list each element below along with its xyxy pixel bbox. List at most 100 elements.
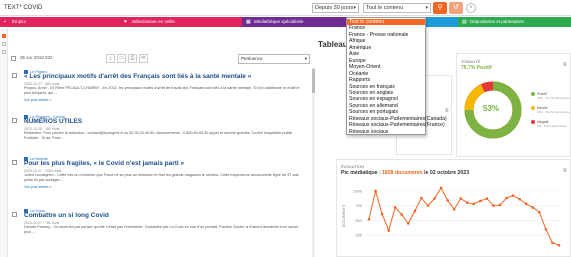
star-icon: ♥ <box>124 19 127 25</box>
scope-option[interactable]: Sources en portugais <box>347 109 425 115</box>
menu-icon[interactable]: ≡ <box>563 168 567 174</box>
period-select[interactable]: Depuis 30 jours ▾ <box>312 3 359 13</box>
data-point[interactable] <box>485 197 489 200</box>
rail-item-icon[interactable] <box>2 42 6 46</box>
evolution-title-highlight: 1828 documents <box>381 170 423 176</box>
data-point[interactable] <box>446 199 449 202</box>
article-title[interactable]: Combattre un si long Covid <box>24 212 109 219</box>
data-point[interactable] <box>538 210 541 214</box>
folder-icon[interactable]: ▭ <box>117 54 126 63</box>
print-icon[interactable]: ⎙ <box>128 54 137 63</box>
data-point[interactable] <box>459 197 463 200</box>
data-point[interactable] <box>380 212 384 216</box>
results-panel: 35 sur 2018 032 ⤓ ▭ ⎙ ✉ Pertinence ▾ Le … <box>10 45 315 257</box>
search-input[interactable]: TEXT* COVID <box>4 3 310 13</box>
scope-option[interactable]: Tout le contenu <box>347 19 425 26</box>
article-more-link[interactable]: Voir plus détails » <box>24 98 51 102</box>
article-checkbox[interactable] <box>12 160 17 165</box>
results-scrollbar[interactable] <box>312 67 315 257</box>
y-tick-label: 500 <box>355 218 362 223</box>
y-axis-label: DOCUMENTS <box>342 204 346 227</box>
scope-option[interactable]: Afrique <box>347 38 425 44</box>
data-point[interactable] <box>452 207 456 211</box>
grid-icon: ▦ <box>246 19 251 25</box>
evolution-title-prefix: Pic médiatique <box>341 170 378 176</box>
article-checkbox[interactable] <box>12 212 17 217</box>
scope-option[interactable]: Sources en espagnol <box>347 96 425 102</box>
data-point[interactable] <box>367 217 371 221</box>
export-icon[interactable]: ⤓ <box>106 54 115 63</box>
chevron-down-icon: ▾ <box>425 5 428 11</box>
data-point[interactable] <box>407 222 410 225</box>
data-point[interactable] <box>413 209 417 213</box>
scope-option[interactable]: Sources en français <box>347 84 425 90</box>
scope-option[interactable]: Sources en anglais <box>347 90 425 96</box>
close-button[interactable]: × <box>466 3 476 13</box>
data-point[interactable] <box>433 197 436 200</box>
evolution-title: Pic médiatique | 1828 documents le 02 oc… <box>341 170 469 176</box>
chevron-down-icon: ▾ <box>304 56 307 61</box>
menu-icon[interactable]: ≡ <box>445 108 449 114</box>
rail-item-icon[interactable] <box>2 34 6 38</box>
tab-selection-veille[interactable]: ♥ Sélectionner en veille <box>120 17 242 27</box>
data-point[interactable] <box>393 206 397 209</box>
evolution-title-suffix: le 02 octobre 2023 <box>424 170 470 176</box>
data-point[interactable] <box>551 241 554 245</box>
scope-dropdown-list[interactable]: Tout le contenu France France - Presse nat… <box>346 17 447 135</box>
data-point[interactable] <box>426 204 430 207</box>
data-point[interactable] <box>518 197 521 201</box>
article-title[interactable]: « Les principaux motifs d'arrêt des Fran… <box>24 73 251 80</box>
scope-option[interactable]: Asie <box>347 51 425 57</box>
data-point[interactable] <box>544 228 548 231</box>
data-point[interactable] <box>400 213 404 216</box>
results-toolbar: 35 sur 2018 032 ⤓ ▭ ⎙ ✉ Pertinence ▾ <box>10 53 313 65</box>
data-point[interactable] <box>531 206 535 209</box>
data-point[interactable] <box>420 196 423 200</box>
data-point[interactable] <box>505 196 508 200</box>
email-icon[interactable]: ✉ <box>139 54 148 63</box>
scope-option[interactable]: Océanie <box>347 71 425 77</box>
article-title[interactable]: NUMÉROS UTILES <box>24 118 82 125</box>
data-point[interactable] <box>524 202 528 206</box>
data-point[interactable] <box>511 194 515 197</box>
briefcase-icon: ▪ <box>4 19 6 25</box>
article-checkbox[interactable] <box>12 118 17 123</box>
data-point[interactable] <box>479 199 482 203</box>
sort-select[interactable]: Pertinence ▾ <box>238 54 310 64</box>
scope-option[interactable]: Moyen-Orient <box>347 64 425 70</box>
legend-neutral: Neutre 18% · 18.2% documents <box>531 106 570 114</box>
scope-option[interactable]: France <box>347 25 425 31</box>
scope-option[interactable]: Réseaux sociaux <box>347 129 425 135</box>
scope-option[interactable]: Rapports <box>347 77 425 83</box>
reset-button[interactable]: ↺ <box>449 2 463 14</box>
data-point[interactable] <box>557 243 561 247</box>
results-scrollbar-thumb[interactable] <box>312 69 315 93</box>
legend-sub: 75% · 75.7% documents <box>537 96 570 101</box>
scope-option[interactable]: France - Presse nationale <box>347 32 425 38</box>
article-checkbox[interactable] <box>12 73 17 78</box>
legend-dot <box>531 106 535 111</box>
scope-option[interactable]: Réseaux sociaux-Parlementaires(France) <box>347 122 445 128</box>
scope-option[interactable]: Réseaux sociaux-Parlementaires(Canada) <box>347 116 447 122</box>
article-excerpt: Julien Lemaignen - Cette fois un momento… <box>24 173 299 182</box>
data-point[interactable] <box>492 204 495 207</box>
scope-select[interactable]: Tout le contenu ▾ <box>363 3 431 13</box>
tab-emploi[interactable]: ▪ Emploi <box>0 17 120 27</box>
data-point[interactable] <box>439 186 443 190</box>
reset-icon: ↺ <box>453 4 459 11</box>
rail-item-icon[interactable] <box>2 50 6 54</box>
tab-depositaires[interactable]: ▤ Dépositaires et partenaires <box>458 17 571 27</box>
data-point[interactable] <box>465 201 469 204</box>
data-point[interactable] <box>472 202 476 206</box>
article-more-link[interactable]: Voir plus détails » <box>24 185 51 189</box>
article-title[interactable]: Pour les plus fragiles, « le Covid n'est… <box>24 160 184 167</box>
search-button[interactable]: ⚲ <box>433 2 447 14</box>
menu-icon[interactable]: ≡ <box>563 62 567 68</box>
data-point[interactable] <box>498 203 502 207</box>
data-point[interactable] <box>374 189 377 193</box>
data-point[interactable] <box>387 229 390 232</box>
select-all-checkbox[interactable] <box>11 56 16 61</box>
scope-option[interactable]: Europe <box>347 58 425 64</box>
scope-option[interactable]: Amérique <box>347 45 425 51</box>
scope-option[interactable]: Sources en allemand <box>347 103 425 109</box>
